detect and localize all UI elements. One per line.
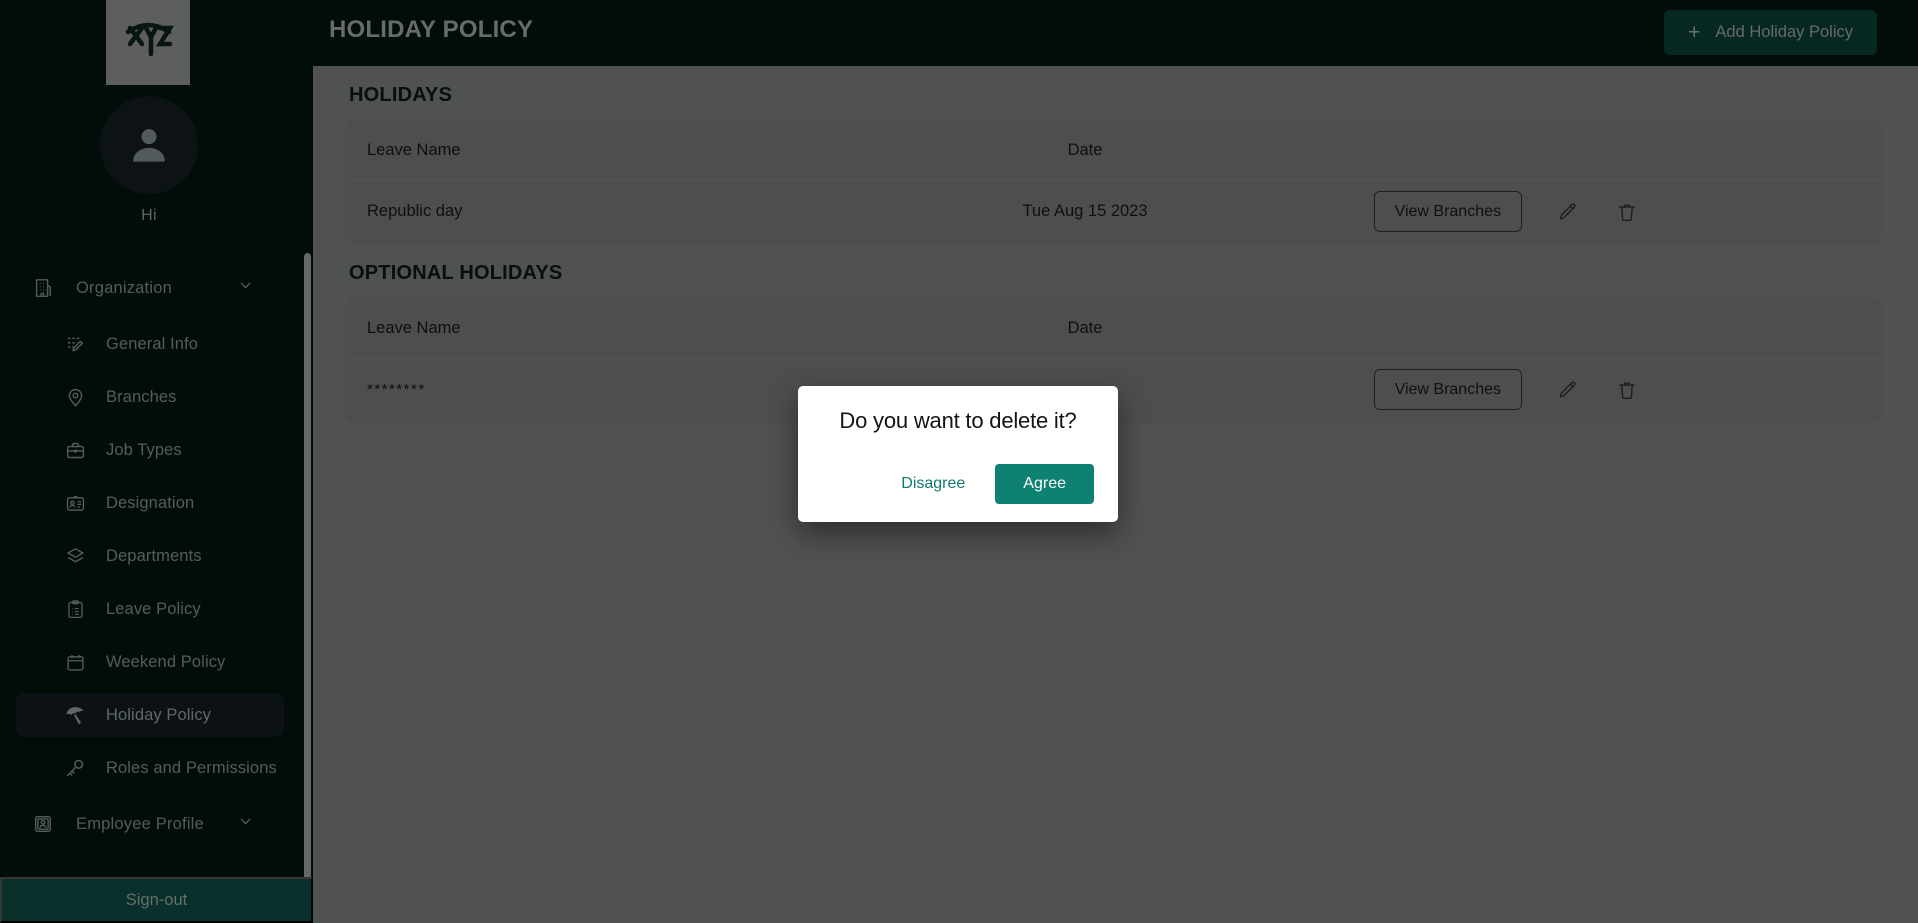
agree-button[interactable]: Agree xyxy=(995,464,1094,504)
app-root: Hi Organization General Info Branches Jo… xyxy=(0,0,1918,923)
dialog-title: Do you want to delete it? xyxy=(839,408,1077,433)
delete-confirm-dialog: Do you want to delete it? Disagree Agree xyxy=(798,386,1118,522)
disagree-button[interactable]: Disagree xyxy=(885,465,981,503)
dialog-actions: Disagree Agree xyxy=(822,464,1094,504)
